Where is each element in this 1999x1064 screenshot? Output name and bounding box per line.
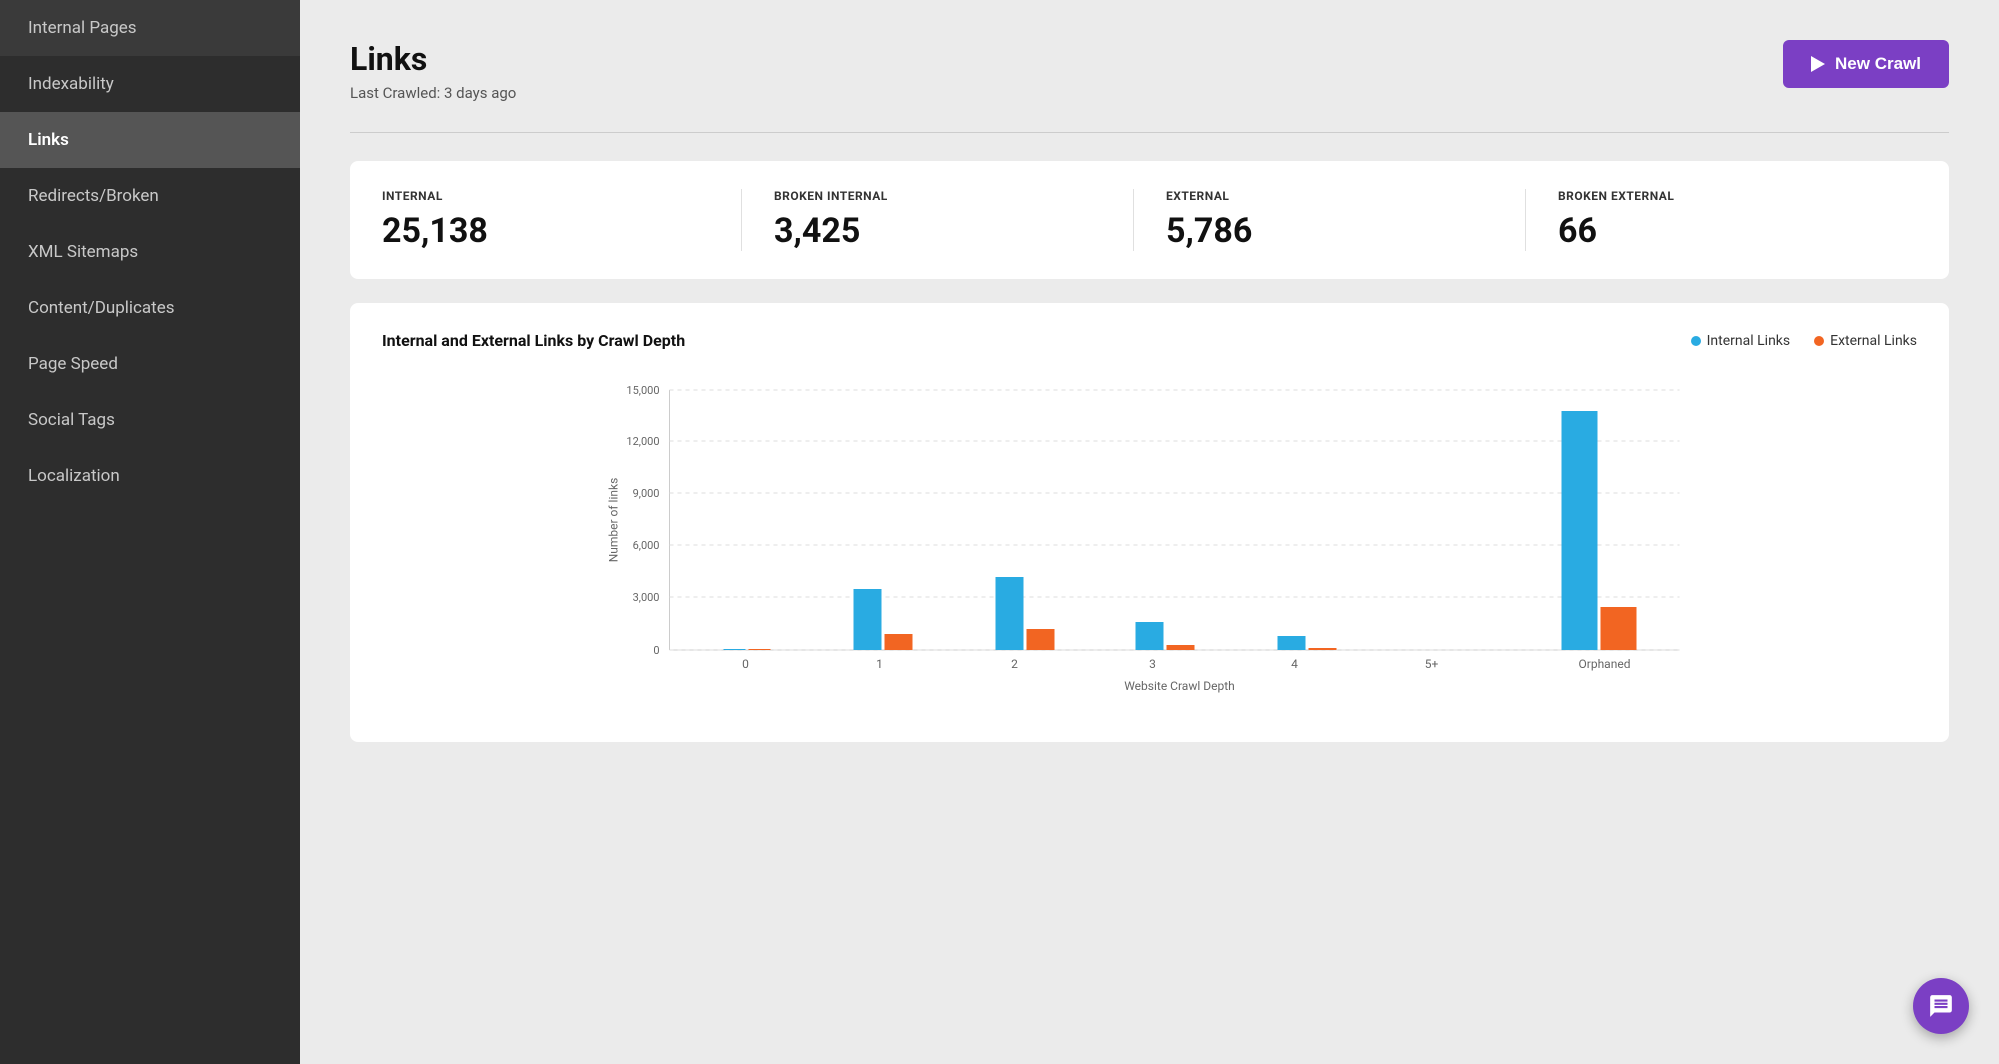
chat-button[interactable] (1913, 978, 1969, 1034)
sidebar-item-social-tags[interactable]: Social Tags (0, 392, 300, 448)
sidebar-item-xml-sitemaps[interactable]: XML Sitemaps (0, 224, 300, 280)
svg-text:Orphaned: Orphaned (1579, 657, 1631, 671)
bar-external-2 (1027, 629, 1055, 650)
svg-text:0: 0 (653, 644, 659, 657)
sidebar-item-links[interactable]: Links (0, 112, 300, 168)
bar-internal-3 (1136, 622, 1164, 650)
new-crawl-button[interactable]: New Crawl (1783, 40, 1949, 88)
svg-text:Number of links: Number of links (607, 478, 621, 563)
svg-text:0: 0 (742, 657, 749, 671)
sidebar-item-localization[interactable]: Localization (0, 448, 300, 504)
main-content: Links Last Crawled: 3 days ago New Crawl… (300, 0, 1999, 1064)
page-header: Links Last Crawled: 3 days ago New Crawl (350, 40, 1949, 102)
stat-external: EXTERNAL 5,786 (1134, 189, 1526, 251)
chat-icon (1928, 993, 1954, 1019)
page-title: Links (350, 40, 516, 78)
svg-text:6,000: 6,000 (633, 539, 660, 552)
legend-external-label: External Links (1830, 333, 1917, 349)
svg-text:3,000: 3,000 (633, 591, 660, 604)
stat-internal: INTERNAL 25,138 (382, 189, 742, 251)
bar-external-0 (749, 649, 771, 650)
stat-external-value: 5,786 (1166, 211, 1493, 251)
bar-external-1 (885, 634, 913, 650)
svg-text:1: 1 (876, 657, 883, 671)
svg-text:Website Crawl Depth: Website Crawl Depth (1124, 679, 1235, 693)
sidebar-item-redirects-broken[interactable]: Redirects/Broken (0, 168, 300, 224)
stat-broken-internal: BROKEN INTERNAL 3,425 (742, 189, 1134, 251)
legend-internal: Internal Links (1691, 333, 1791, 349)
header-divider (350, 132, 1949, 133)
bar-internal-2 (996, 577, 1024, 650)
sidebar-item-content-duplicates[interactable]: Content/Duplicates (0, 280, 300, 336)
legend-internal-label: Internal Links (1707, 333, 1791, 349)
svg-text:9,000: 9,000 (633, 487, 660, 500)
bar-external-3 (1167, 645, 1195, 650)
stat-broken-internal-label: BROKEN INTERNAL (774, 189, 1101, 203)
chart-header: Internal and External Links by Crawl Dep… (382, 331, 1917, 350)
chart-legend: Internal Links External Links (1691, 333, 1917, 349)
svg-text:12,000: 12,000 (626, 435, 659, 448)
stat-internal-value: 25,138 (382, 211, 709, 251)
svg-text:4: 4 (1291, 657, 1298, 671)
stat-broken-external-label: BROKEN EXTERNAL (1558, 189, 1885, 203)
svg-text:15,000: 15,000 (626, 384, 659, 397)
stat-broken-external: BROKEN EXTERNAL 66 (1526, 189, 1917, 251)
sidebar: Internal Pages Indexability Links Redire… (0, 0, 300, 1064)
svg-text:5+: 5+ (1425, 657, 1439, 671)
svg-text:3: 3 (1149, 657, 1156, 671)
stat-external-label: EXTERNAL (1166, 189, 1493, 203)
play-icon (1811, 56, 1825, 72)
svg-text:2: 2 (1011, 657, 1018, 671)
bar-internal-1 (854, 589, 882, 650)
bar-external-orphaned (1601, 607, 1637, 650)
legend-dot-external (1814, 336, 1824, 346)
sidebar-item-page-speed[interactable]: Page Speed (0, 336, 300, 392)
stat-broken-external-value: 66 (1558, 211, 1885, 251)
chart-area: 0 3,000 6,000 9,000 12,000 15,000 Number… (382, 370, 1917, 710)
last-crawled-text: Last Crawled: 3 days ago (350, 84, 516, 102)
chart-card: Internal and External Links by Crawl Dep… (350, 303, 1949, 742)
legend-external: External Links (1814, 333, 1917, 349)
bar-internal-0 (724, 649, 746, 650)
header-left: Links Last Crawled: 3 days ago (350, 40, 516, 102)
bar-internal-orphaned (1562, 411, 1598, 650)
sidebar-item-internal-pages[interactable]: Internal Pages (0, 0, 300, 56)
chart-title: Internal and External Links by Crawl Dep… (382, 331, 685, 350)
stat-broken-internal-value: 3,425 (774, 211, 1101, 251)
bar-chart: 0 3,000 6,000 9,000 12,000 15,000 Number… (382, 370, 1917, 710)
legend-dot-internal (1691, 336, 1701, 346)
stat-internal-label: INTERNAL (382, 189, 709, 203)
bar-external-4 (1309, 648, 1337, 650)
stats-card: INTERNAL 25,138 BROKEN INTERNAL 3,425 EX… (350, 161, 1949, 279)
bar-internal-4 (1278, 636, 1306, 650)
sidebar-item-indexability[interactable]: Indexability (0, 56, 300, 112)
